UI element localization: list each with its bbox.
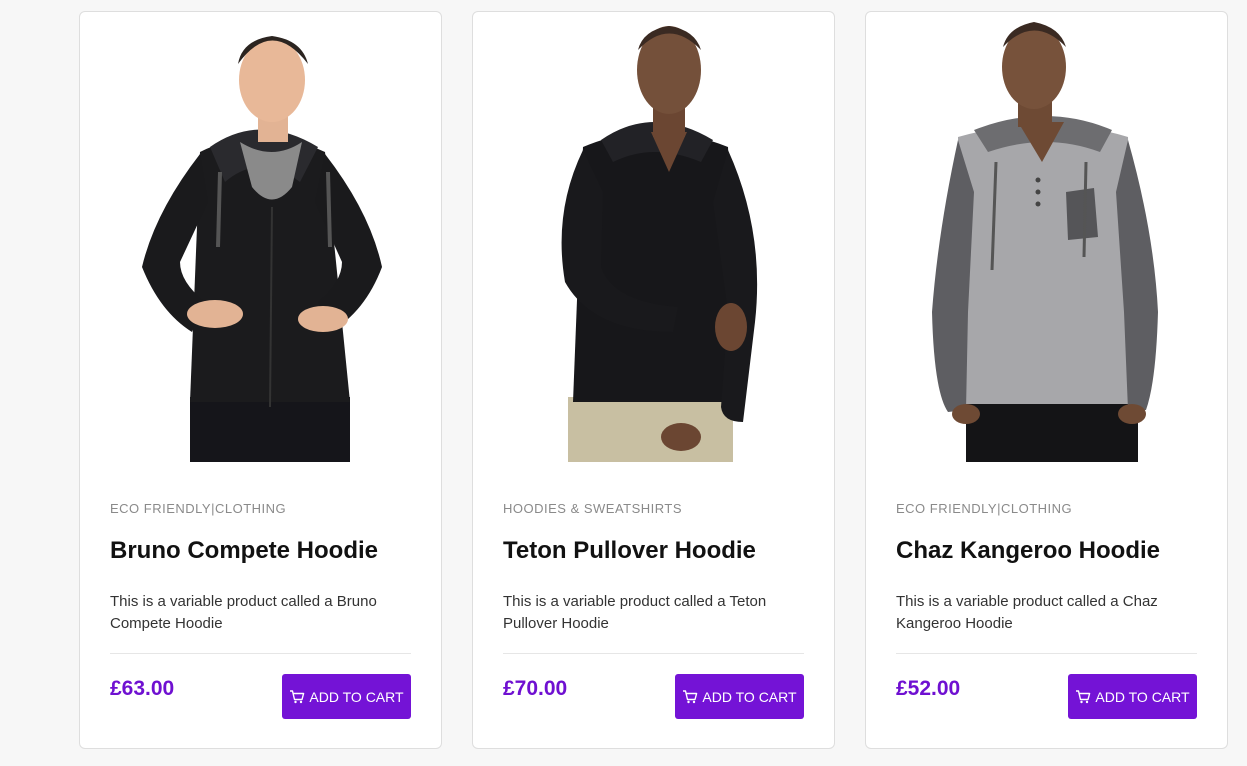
product-description: This is a variable product called a Brun… xyxy=(110,593,377,632)
add-to-cart-button[interactable]: ADD TO CART xyxy=(282,674,411,719)
product-title[interactable]: Chaz Kangeroo Hoodie xyxy=(896,537,1160,565)
add-to-cart-label: ADD TO CART xyxy=(309,688,404,705)
product-category[interactable]: HOODIES & SWEATSHIRTS xyxy=(503,501,682,516)
add-to-cart-label: ADD TO CART xyxy=(702,688,797,705)
product-card: ECO FRIENDLY|CLOTHING Chaz Kangeroo Hood… xyxy=(865,11,1228,749)
add-to-cart-label: ADD TO CART xyxy=(1095,688,1190,705)
product-category[interactable]: ECO FRIENDLY|CLOTHING xyxy=(896,501,1072,516)
card-divider xyxy=(896,653,1197,654)
card-divider xyxy=(503,653,804,654)
add-to-cart-button[interactable]: ADD TO CART xyxy=(675,674,804,719)
product-image[interactable] xyxy=(866,12,1227,462)
cart-icon xyxy=(1075,689,1091,704)
product-card: ECO FRIENDLY|CLOTHING Bruno Compete Hood… xyxy=(79,11,442,749)
product-price: £70.00 xyxy=(503,677,568,700)
product-title[interactable]: Teton Pullover Hoodie xyxy=(503,537,756,565)
product-title[interactable]: Bruno Compete Hoodie xyxy=(110,537,378,565)
product-card: HOODIES & SWEATSHIRTS Teton Pullover Hoo… xyxy=(472,11,835,749)
product-image[interactable] xyxy=(80,12,441,462)
product-price: £52.00 xyxy=(896,677,961,700)
cart-icon xyxy=(682,689,698,704)
product-description: This is a variable product called a Chaz… xyxy=(896,593,1158,632)
product-category[interactable]: ECO FRIENDLY|CLOTHING xyxy=(110,501,286,516)
cart-icon xyxy=(289,689,305,704)
card-divider xyxy=(110,653,411,654)
product-description: This is a variable product called a Teto… xyxy=(503,593,767,632)
product-image[interactable] xyxy=(473,12,834,462)
product-price: £63.00 xyxy=(110,677,175,700)
add-to-cart-button[interactable]: ADD TO CART xyxy=(1068,674,1197,719)
product-grid: ECO FRIENDLY|CLOTHING Bruno Compete Hood… xyxy=(79,11,1228,749)
